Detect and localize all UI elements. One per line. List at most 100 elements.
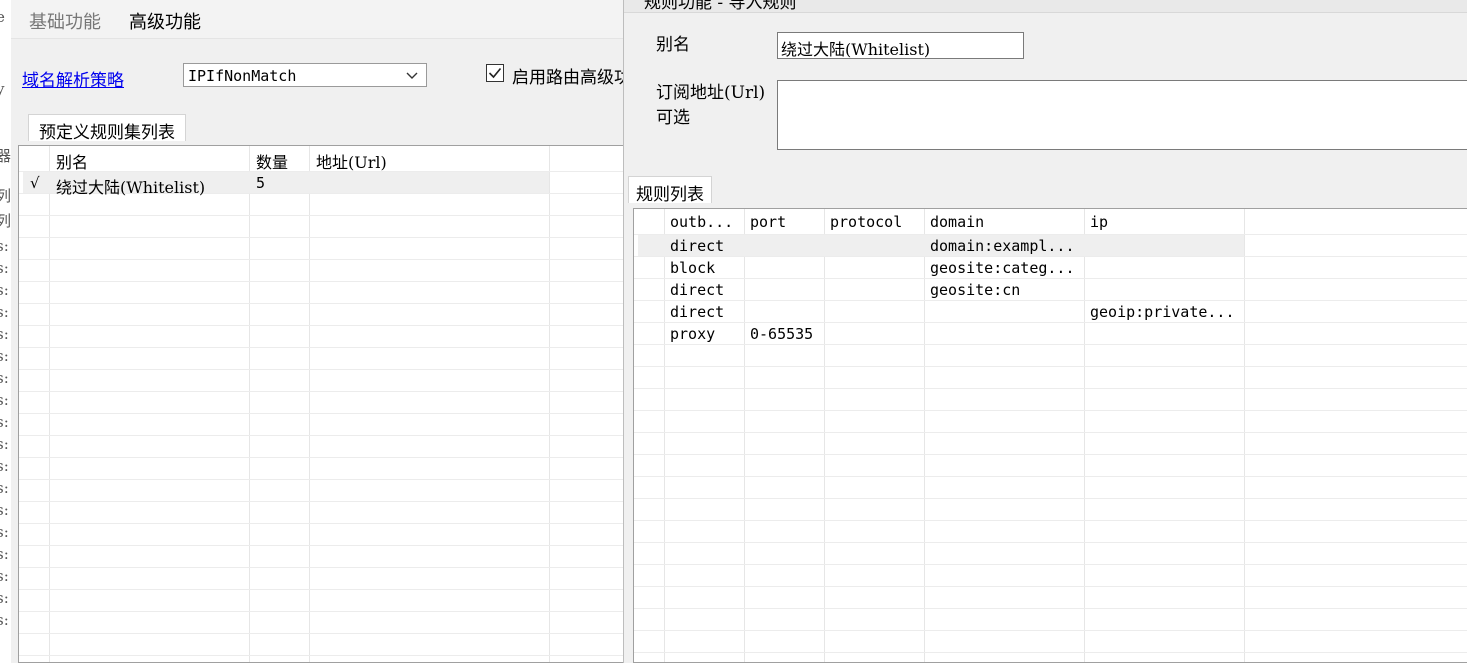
advanced-routing-label: 启用路由高级功	[512, 68, 631, 88]
edge-glyph: 列	[0, 212, 11, 230]
ruleset-count-cell: 5	[256, 174, 266, 192]
domain-cell: geosite:cn	[930, 281, 1021, 299]
grid-row-line	[634, 300, 1467, 301]
grid-row-line	[634, 564, 1467, 565]
edge-glyph: s:	[0, 325, 9, 343]
outbound-cell: proxy	[670, 325, 716, 343]
grid-row-line	[634, 476, 1467, 477]
alias-label: 别名	[656, 35, 690, 55]
advanced-routing-checkbox[interactable]	[486, 64, 504, 82]
subscription-url-optional-label: 可选	[656, 108, 690, 128]
grid-row-line	[634, 278, 1467, 279]
outbound-cell: direct	[670, 237, 725, 255]
grid-row-line	[19, 281, 624, 282]
column-header-url[interactable]: 地址(Url)	[316, 149, 387, 173]
grid-row-line	[19, 325, 624, 326]
column-header-port[interactable]: port	[750, 213, 786, 231]
grid-row-line	[19, 369, 624, 370]
grid-row-line	[634, 542, 1467, 543]
grid-row-line	[19, 633, 624, 634]
edge-glyph: s:	[0, 611, 9, 629]
ruleset-alias-cell: 绕过大陆(Whitelist)	[56, 178, 206, 197]
edge-glyph: s:	[0, 413, 9, 431]
subscription-url-label: 订阅地址(Url)	[656, 83, 766, 103]
edge-glyph: s:	[0, 435, 9, 453]
grid-row-line	[634, 322, 1467, 323]
outbound-cell: block	[670, 259, 716, 277]
edge-glyph: s:	[0, 237, 9, 255]
edge-glyph: s:	[0, 369, 9, 387]
column-header-outbound[interactable]: outb...	[670, 213, 733, 231]
row-enabled-check: √	[30, 174, 40, 192]
dns-strategy-value: IPIfNonMatch	[188, 67, 297, 85]
edge-glyph: s:	[0, 457, 9, 475]
outbound-cell: direct	[670, 281, 725, 299]
edge-glyph: s:	[0, 281, 9, 299]
grid-row-line	[634, 520, 1467, 521]
tab-basic-features[interactable]: 基础功能	[29, 8, 101, 34]
grid-row-line	[19, 391, 624, 392]
grid-row-line	[634, 344, 1467, 345]
edge-glyph: s:	[0, 479, 9, 497]
grid-row-line	[19, 237, 624, 238]
grid-row-line	[19, 457, 624, 458]
ruleset-list-grid: 别名 数量 地址(Url) √ 绕过大陆(Whitelist) 5	[18, 145, 625, 663]
alias-input[interactable]: 绕过大陆(Whitelist)	[777, 32, 1024, 59]
rule-list-grid: outb... port protocol domain ip direct do…	[633, 208, 1467, 663]
port-cell: 0-65535	[750, 325, 814, 343]
grid-row-line	[19, 545, 624, 546]
ip-cell: geoip:private...	[1090, 303, 1235, 321]
grid-row-line	[19, 259, 624, 260]
chevron-down-icon	[406, 72, 418, 79]
dialog-title: 规则功能 - 导入规则	[644, 0, 797, 13]
grid-row-line	[634, 366, 1467, 367]
grid-row-line	[19, 611, 624, 612]
dns-strategy-link[interactable]: 域名解析策略	[22, 66, 124, 91]
dialog-title-bar: 规则功能 - 导入规则	[624, 0, 1467, 13]
grid-row-line	[19, 523, 624, 524]
edge-glyph: 器	[0, 147, 11, 165]
grid-row-line	[634, 652, 1467, 653]
column-header-count[interactable]: 数量	[256, 149, 288, 173]
grid-row-line	[634, 256, 1467, 257]
grid-row-line	[19, 215, 624, 216]
domain-cell: geosite:categ...	[930, 259, 1075, 277]
grid-row-line	[634, 388, 1467, 389]
tab-advanced-features[interactable]: 高级功能	[129, 8, 201, 34]
grid-row-line	[19, 501, 624, 502]
subscription-url-textarea[interactable]	[777, 80, 1467, 150]
rule-import-dialog: 规则功能 - 导入规则 别名 绕过大陆(Whitelist) 订阅地址(Url)…	[623, 0, 1467, 663]
edge-glyph: s:	[0, 567, 9, 585]
tab-rule-list[interactable]: 规则列表	[628, 176, 712, 205]
grid-row-line	[19, 413, 624, 414]
grid-row-line	[634, 586, 1467, 587]
edge-glyph: s:	[0, 259, 9, 277]
tab-predefined-rulesets[interactable]: 预定义规则集列表	[28, 114, 186, 143]
column-header-alias[interactable]: 别名	[56, 149, 88, 173]
edge-glyph: s:	[0, 391, 9, 409]
grid-row-line	[19, 303, 624, 304]
edge-glyph: s:	[0, 347, 9, 365]
grid-row-line	[19, 347, 624, 348]
edge-glyph: s:	[0, 545, 9, 563]
edge-glyph: 列	[0, 187, 11, 205]
edge-glyph: s:	[0, 501, 9, 519]
grid-row-line	[634, 410, 1467, 411]
column-header-ip[interactable]: ip	[1090, 213, 1108, 231]
edge-glyph: s:	[0, 523, 9, 541]
grid-row-line	[634, 608, 1467, 609]
grid-row-line	[634, 432, 1467, 433]
grid-row-line	[634, 630, 1467, 631]
grid-row-line	[19, 479, 624, 480]
dns-strategy-select[interactable]: IPIfNonMatch	[183, 63, 427, 87]
alias-input-value: 绕过大陆(Whitelist)	[781, 40, 931, 59]
column-header-domain[interactable]: domain	[930, 213, 984, 231]
edge-glyph: s:	[0, 589, 9, 607]
grid-row-line	[19, 435, 624, 436]
column-header-protocol[interactable]: protocol	[830, 213, 902, 231]
grid-row-line	[19, 655, 624, 656]
grid-row-line	[634, 454, 1467, 455]
grid-row-line	[634, 234, 1467, 235]
grid-row-line	[634, 498, 1467, 499]
background-window-edge: e y 器列列 s: s: s: s: s: s: s: s: s: s: s: s: s: s: s: s: s: s…	[0, 0, 11, 663]
